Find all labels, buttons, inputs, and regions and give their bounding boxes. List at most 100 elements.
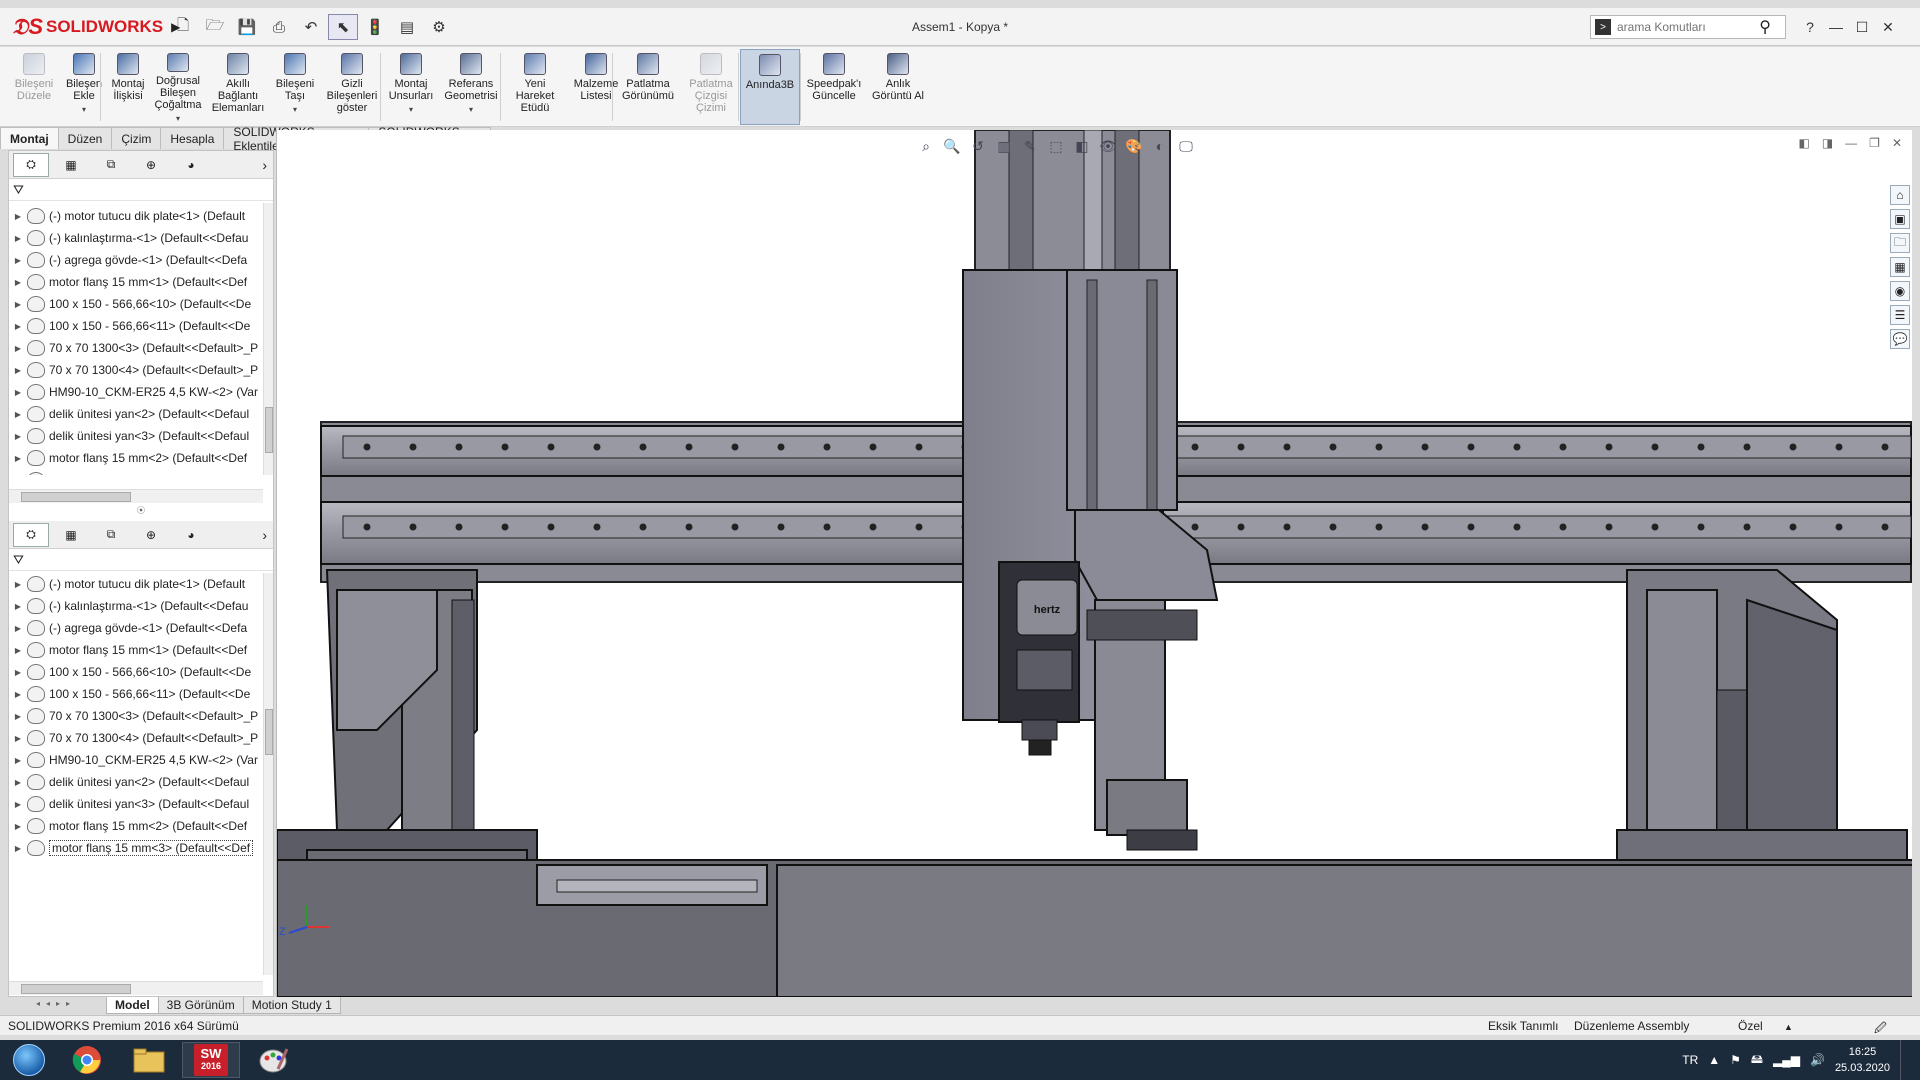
search-input[interactable]	[1617, 20, 1747, 34]
hide-show-items-icon[interactable]: 👁	[1097, 135, 1119, 157]
prev-tab-icon[interactable]: ◂	[46, 999, 54, 1011]
file-explorer-icon[interactable]: 🗀	[1890, 233, 1910, 253]
tree-item[interactable]: ▶ delik ünitesi yan<2> (Default<<Defaul	[9, 403, 263, 425]
expand-arrow-icon[interactable]: ▶	[9, 366, 27, 375]
expand-arrow-icon[interactable]: ▶	[9, 778, 27, 787]
filter-icon[interactable]: ⛛	[13, 182, 24, 198]
cmd-move-component-button[interactable]: Bileşeni Taşı ▾	[270, 49, 320, 125]
featuremanager-tree-icon[interactable]: ⛭	[13, 522, 49, 547]
tree-bottom-hscroll[interactable]	[9, 981, 263, 995]
tree-item[interactable]: ▶ motor flanş 15 mm<3> (Default<<Def	[9, 837, 263, 859]
tree-item[interactable]: ▶ 70 x 70 1300<3> (Default<<Default>_P	[9, 705, 263, 727]
cmd-bom-button[interactable]: Malzeme Listesi	[568, 49, 624, 125]
paint-app[interactable]	[244, 1042, 302, 1078]
cmd-snapshot-button[interactable]: Anlık Görüntü Al	[870, 49, 926, 125]
tree-item[interactable]: ▶ (-) agrega gövde-<1> (Default<<Defa	[9, 249, 263, 271]
display-style-icon[interactable]: ◧	[1071, 135, 1093, 157]
tab-çizim[interactable]: Çizim	[111, 127, 162, 149]
expand-arrow-icon[interactable]: ▶	[9, 212, 27, 221]
solidworks-logo[interactable]: 𝔇S SOLIDWORKS ▶	[12, 12, 180, 42]
show-desktop-button[interactable]	[1900, 1040, 1910, 1080]
file-explorer-app[interactable]	[120, 1042, 178, 1078]
expand-arrow-icon[interactable]: ▶	[9, 624, 27, 633]
expand-arrow-icon[interactable]: ▶	[9, 432, 27, 441]
expand-arrow-icon[interactable]: ▶	[9, 602, 27, 611]
cnc-gantry-model[interactable]: hertz	[277, 130, 1912, 997]
tree-top-vscroll[interactable]	[263, 203, 273, 475]
dimxpert-icon[interactable]: ⊕	[133, 153, 169, 177]
minimize-icon[interactable]: —	[1824, 14, 1848, 40]
propertymanager-icon[interactable]: ▦	[53, 523, 89, 547]
tree-item[interactable]: ▶ motor flanş 15 mm<1> (Default<<Def	[9, 271, 263, 293]
custom-properties-icon[interactable]: ☰	[1890, 305, 1910, 325]
filter-icon[interactable]: ⛛	[13, 552, 24, 568]
tree-item[interactable]: ▶ 100 x 150 - 566,66<11> (Default<<De	[9, 315, 263, 337]
expand-arrow-icon[interactable]: ▶	[9, 646, 27, 655]
tree-item[interactable]: ▶ HM90-10_CKM-ER25 4,5 KW-<2> (Var	[9, 749, 263, 771]
expand-arrow-icon[interactable]: ▶	[9, 300, 27, 309]
maximize-icon[interactable]: ☐	[1850, 14, 1874, 40]
doc-close-icon[interactable]: ✕	[1892, 136, 1902, 150]
cmd-show-hidden-button[interactable]: Gizli Bileşenleri göster	[322, 49, 382, 125]
expand-arrow-icon[interactable]: ▶	[9, 322, 27, 331]
tree-item[interactable]: ▶ (-) kalınlaştırma-<1> (Default<<Defau	[9, 227, 263, 249]
options-gear-icon[interactable]: ⚙	[424, 14, 454, 40]
new-document-icon[interactable]: 🗋	[168, 14, 198, 40]
clock[interactable]: 16:25 25.03.2020	[1835, 1044, 1890, 1076]
more-tabs-icon[interactable]: ›	[262, 527, 267, 543]
display-manager-icon[interactable]: ◕	[173, 153, 209, 177]
dimxpert-icon[interactable]: ⊕	[133, 523, 169, 547]
tree-item[interactable]: ▶ motor flanş 15 mm<2> (Default<<Def	[9, 447, 263, 469]
propertymanager-icon[interactable]: ▦	[53, 153, 89, 177]
device-icon[interactable]: 🖴	[1751, 1050, 1763, 1071]
bottom-tab-model[interactable]: Model	[106, 997, 159, 1014]
viewport-collapse-left-icon[interactable]: ◧	[1798, 136, 1809, 150]
section-view-icon[interactable]: ▥	[993, 135, 1015, 157]
solidworks-app[interactable]: SW 2016	[182, 1042, 240, 1078]
expand-arrow-icon[interactable]: ▶	[9, 800, 27, 809]
expand-arrow-icon[interactable]: ▶	[9, 822, 27, 831]
search-icon[interactable]: ⚲	[1759, 17, 1771, 37]
cmd-explode-line-button[interactable]: Patlatma Çizgisi Çizimi	[682, 49, 740, 125]
tab-hesapla[interactable]: Hesapla	[160, 127, 225, 149]
cmd-edit-component-button[interactable]: Bileşeni Düzele	[10, 49, 58, 125]
previous-view-icon[interactable]: ↺	[967, 135, 989, 157]
apply-scene-icon[interactable]: ◐	[1149, 135, 1171, 157]
view-settings-icon[interactable]: 🖵	[1175, 135, 1197, 157]
edit-appearance-icon[interactable]: 🎨	[1123, 135, 1145, 157]
dropdown-arrow-icon[interactable]: ▾	[293, 104, 297, 116]
bottom-tab-motion-study-1[interactable]: Motion Study 1	[242, 997, 341, 1014]
tree-item[interactable]: ▶ motor flanş 15 mm<2> (Default<<Def	[9, 815, 263, 837]
tree-item[interactable]: ▶ 100 x 150 - 566,66<10> (Default<<De	[9, 661, 263, 683]
design-library-icon[interactable]: ▣	[1890, 209, 1910, 229]
cmd-smart-fasteners-button[interactable]: Akıllı Bağlantı Elemanları	[210, 49, 266, 125]
view-palette-icon[interactable]: ▦	[1890, 257, 1910, 277]
language-indicator[interactable]: TR	[1682, 1053, 1698, 1067]
tab-montaj[interactable]: Montaj	[0, 127, 59, 149]
tree-item[interactable]: ▶ (-) motor tutucu dik plate<1> (Default	[9, 573, 263, 595]
forum-icon[interactable]: 💬	[1890, 329, 1910, 349]
units-selector[interactable]: Özel ▲	[1738, 1019, 1793, 1033]
help-icon[interactable]: ?	[1798, 14, 1822, 40]
featuremanager-tree-icon[interactable]: ⛭	[13, 152, 49, 177]
configurationmanager-icon[interactable]: ⧉	[93, 153, 129, 177]
zoom-to-fit-icon[interactable]: ⌕	[915, 135, 937, 157]
network-signal-icon[interactable]: ▂▄▆	[1773, 1053, 1800, 1067]
expand-arrow-icon[interactable]: ▶	[9, 712, 27, 721]
expand-arrow-icon[interactable]: ▶	[9, 234, 27, 243]
tree-item[interactable]: ▶ 100 x 150 - 566,66<10> (Default<<De	[9, 293, 263, 315]
cmd-assembly-features-button[interactable]: Montaj Unsurları ▾	[385, 49, 437, 125]
viewport-collapse-right-icon[interactable]: ◨	[1822, 136, 1833, 150]
dynamic-annotation-icon[interactable]: ✎	[1019, 135, 1041, 157]
tree-item[interactable]: ▶ (-) agrega gövde-<1> (Default<<Defa	[9, 617, 263, 639]
display-manager-icon[interactable]: ◕	[173, 523, 209, 547]
view-orientation-icon[interactable]: ⬚	[1045, 135, 1067, 157]
dropdown-arrow-icon[interactable]: ▾	[176, 113, 180, 125]
appearances-icon[interactable]: ◉	[1890, 281, 1910, 301]
tree-item[interactable]: ▶ delik ünitesi yan<2> (Default<<Defaul	[9, 771, 263, 793]
tree-item[interactable]: ▶ delik ünitesi yan<3> (Default<<Defaul	[9, 425, 263, 447]
solidworks-resources-icon[interactable]: ⌂	[1890, 185, 1910, 205]
first-tab-icon[interactable]: ◂	[36, 999, 44, 1011]
last-tab-icon[interactable]: ▸	[66, 999, 74, 1011]
graphics-area[interactable]: hertz ⌕ 🔍 ↺ ▥ ✎ ⬚ ◧ 👁 🎨 ◐ 🖵 ◧ ◨ — ❐ ✕ ⌂	[276, 130, 1912, 997]
